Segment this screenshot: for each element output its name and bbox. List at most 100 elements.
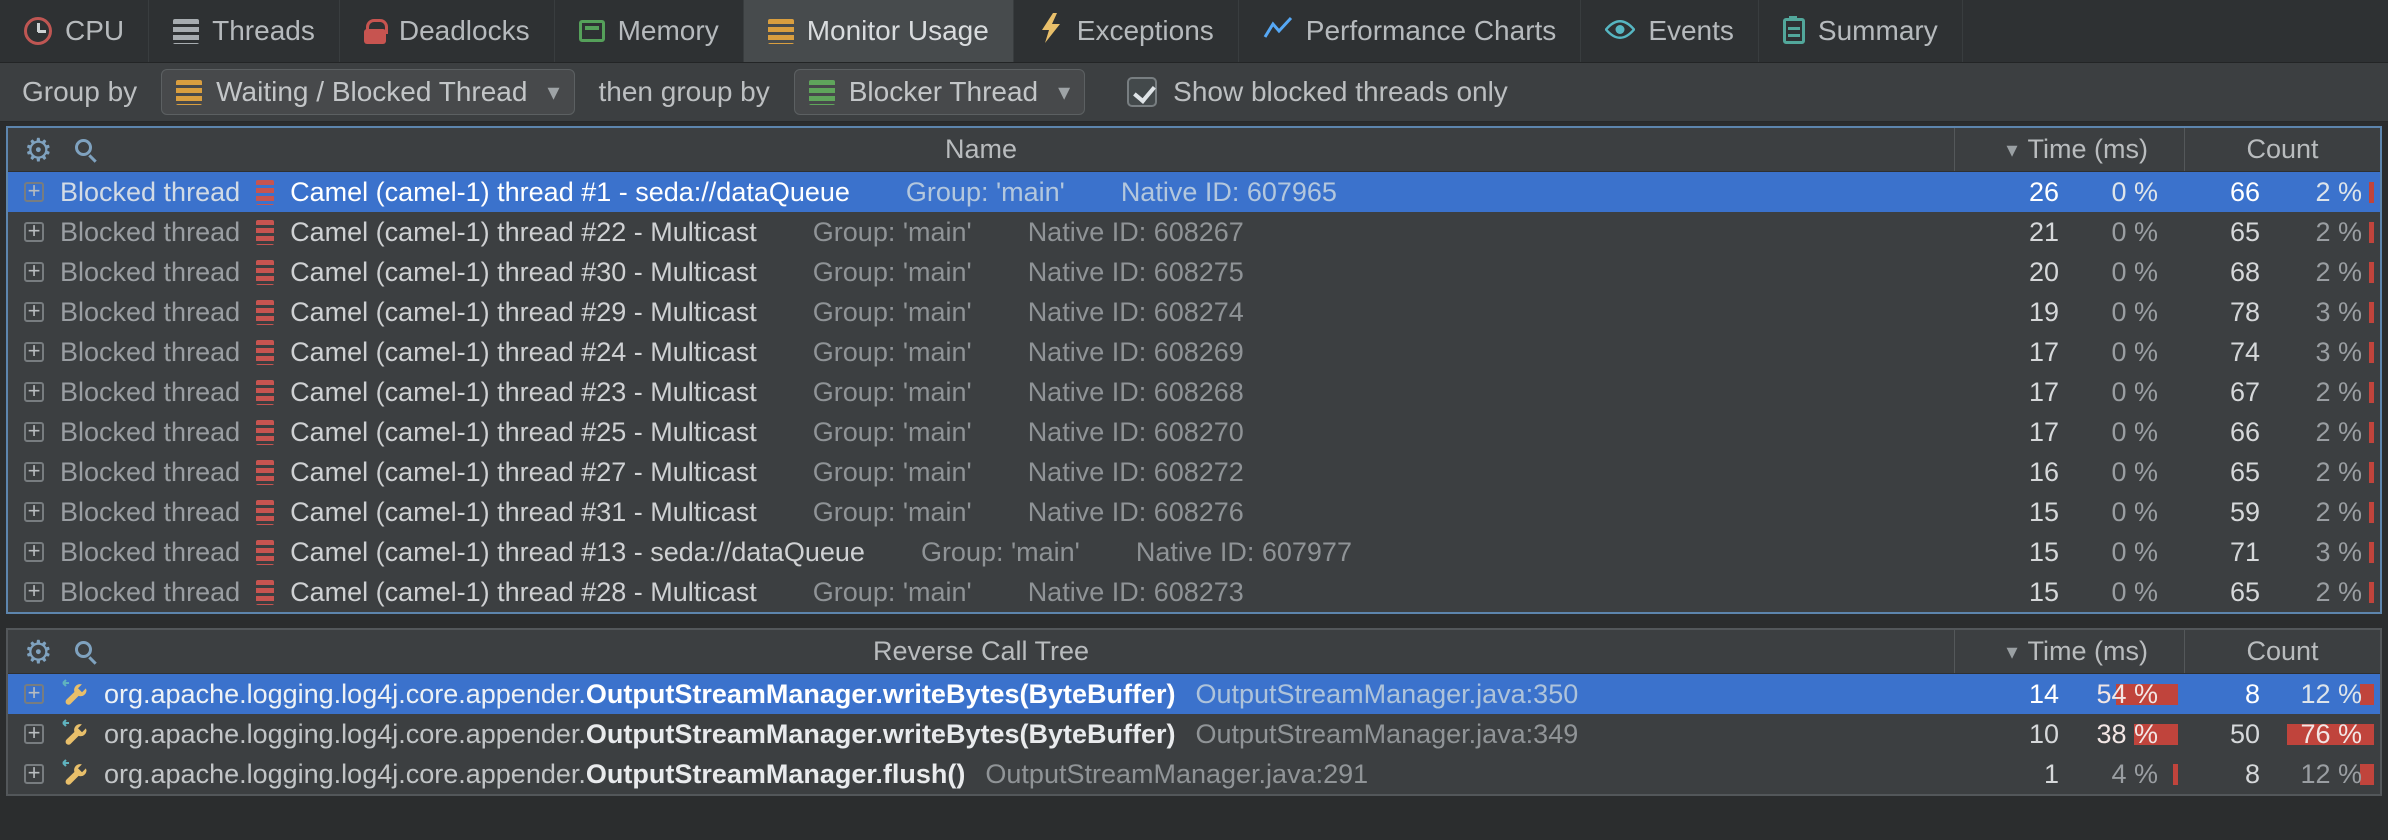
time-value: 1 <box>1954 759 2059 790</box>
summary-icon <box>1783 18 1805 44</box>
expand-icon[interactable] <box>24 764 44 784</box>
call-tree-row[interactable]: org.apache.logging.log4j.core.appender.O… <box>8 754 2380 794</box>
tab-threads[interactable]: Threads <box>149 0 340 62</box>
tab-summary[interactable]: Summary <box>1759 0 1963 62</box>
time-column-header[interactable]: ▾ Time (ms) <box>1954 128 2184 171</box>
count-percent: 3 % <box>2260 297 2380 328</box>
time-percent: 4 % <box>2059 759 2184 790</box>
call-tree-title-header[interactable]: ⚙ Reverse Call Tree <box>8 630 1954 673</box>
thread-row[interactable]: Blocked thread Camel (camel-1) thread #3… <box>8 492 2380 532</box>
search-icon[interactable] <box>75 641 92 658</box>
checkbox-icon[interactable] <box>1127 77 1157 107</box>
expand-icon[interactable] <box>24 262 44 282</box>
expand-icon[interactable] <box>24 222 44 242</box>
group-by-toolbar: Group by Waiting / Blocked Thread ▾ then… <box>0 63 2388 122</box>
percent-bar <box>2360 764 2374 785</box>
count-value: 65 <box>2184 217 2260 248</box>
expand-icon[interactable] <box>24 502 44 522</box>
thread-group: Group: 'main' <box>813 497 972 528</box>
time-percent: 0 % <box>2059 297 2184 328</box>
method-name: OutputStreamManager.writeBytes(ByteBuffe… <box>586 719 1176 750</box>
expand-icon[interactable] <box>24 542 44 562</box>
count-percent: 2 % <box>2260 417 2380 448</box>
thread-row[interactable]: Blocked thread Camel (camel-1) thread #2… <box>8 372 2380 412</box>
group-by-dropdown[interactable]: Waiting / Blocked Thread ▾ <box>161 69 574 115</box>
time-percent: 0 % <box>2059 457 2184 488</box>
show-blocked-threads-toggle[interactable]: Show blocked threads only <box>1127 76 1508 108</box>
time-value: 17 <box>1954 417 2059 448</box>
tab-performance-charts[interactable]: Performance Charts <box>1239 0 1582 62</box>
thread-row[interactable]: Blocked thread Camel (camel-1) thread #2… <box>8 212 2380 252</box>
thread-native-id: Native ID: 608268 <box>1028 377 1244 408</box>
expand-icon[interactable] <box>24 422 44 442</box>
expand-icon[interactable] <box>24 724 44 744</box>
percent-bar <box>2369 262 2374 283</box>
thread-row[interactable]: Blocked thread Camel (camel-1) thread #2… <box>8 412 2380 452</box>
time-percent: 0 % <box>2059 377 2184 408</box>
memory-icon <box>579 20 605 42</box>
tab-memory[interactable]: Memory <box>555 0 744 62</box>
time-percent: 0 % <box>2059 177 2184 208</box>
search-icon[interactable] <box>75 139 92 156</box>
expand-icon[interactable] <box>24 684 44 704</box>
thread-name: Camel (camel-1) thread #1 - seda://dataQ… <box>290 177 850 208</box>
count-value: 66 <box>2184 177 2260 208</box>
blocked-thread-icon <box>256 260 274 285</box>
threads-table-header: ⚙ Name ▾ Time (ms) Count <box>8 128 2380 172</box>
blocked-threads-panel: ⚙ Name ▾ Time (ms) Count Blocked thread … <box>6 126 2382 614</box>
tab-label: Events <box>1648 15 1734 47</box>
expand-icon[interactable] <box>24 382 44 402</box>
thread-name: Camel (camel-1) thread #13 - seda://data… <box>290 537 865 568</box>
thread-row[interactable]: Blocked thread Camel (camel-1) thread #2… <box>8 292 2380 332</box>
name-column-header[interactable]: ⚙ Name <box>8 128 1954 171</box>
performance-charts-icon <box>1263 15 1293 48</box>
expand-icon[interactable] <box>24 462 44 482</box>
thread-kind-label: Blocked thread <box>60 297 240 328</box>
thread-group: Group: 'main' <box>813 337 972 368</box>
thread-group: Group: 'main' <box>813 377 972 408</box>
gear-icon[interactable]: ⚙ <box>24 636 53 668</box>
thread-row[interactable]: Blocked thread Camel (camel-1) thread #1… <box>8 172 2380 212</box>
tab-deadlocks[interactable]: Deadlocks <box>340 0 555 62</box>
gear-icon[interactable]: ⚙ <box>24 134 53 166</box>
thread-native-id: Native ID: 607965 <box>1121 177 1337 208</box>
count-column-header[interactable]: Count <box>2184 128 2380 171</box>
call-tree-row[interactable]: org.apache.logging.log4j.core.appender.O… <box>8 714 2380 754</box>
method-name: OutputStreamManager.flush() <box>586 759 966 790</box>
method-name: OutputStreamManager.writeBytes(ByteBuffe… <box>586 679 1176 710</box>
count-value: 8 <box>2184 759 2260 790</box>
source-location: OutputStreamManager.java:349 <box>1196 719 1579 750</box>
blocked-thread-icon <box>256 420 274 445</box>
thread-row[interactable]: Blocked thread Camel (camel-1) thread #1… <box>8 532 2380 572</box>
time-value: 20 <box>1954 257 2059 288</box>
thread-native-id: Native ID: 608272 <box>1028 457 1244 488</box>
expand-icon[interactable] <box>24 302 44 322</box>
tab-events[interactable]: Events <box>1581 0 1759 62</box>
expand-icon[interactable] <box>24 182 44 202</box>
thread-row[interactable]: Blocked thread Camel (camel-1) thread #2… <box>8 332 2380 372</box>
tab-exceptions[interactable]: Exceptions <box>1014 0 1239 62</box>
thread-kind-label: Blocked thread <box>60 377 240 408</box>
group-by-value: Waiting / Blocked Thread <box>216 76 527 108</box>
percent-bar <box>2369 462 2374 483</box>
thread-row[interactable]: Blocked thread Camel (camel-1) thread #3… <box>8 252 2380 292</box>
time-percent: 0 % <box>2059 577 2184 608</box>
count-header-label: Count <box>2246 636 2318 667</box>
thread-row[interactable]: Blocked thread Camel (camel-1) thread #2… <box>8 452 2380 492</box>
tab-cpu[interactable]: CPU <box>0 0 149 62</box>
call-tree-row[interactable]: org.apache.logging.log4j.core.appender.O… <box>8 674 2380 714</box>
time-percent: 54 % <box>2059 679 2184 710</box>
thread-row[interactable]: Blocked thread Camel (camel-1) thread #2… <box>8 572 2380 612</box>
count-value: 59 <box>2184 497 2260 528</box>
expand-icon[interactable] <box>24 342 44 362</box>
count-column-header[interactable]: Count <box>2184 630 2380 673</box>
blocked-thread-icon <box>256 500 274 525</box>
expand-icon[interactable] <box>24 582 44 602</box>
time-column-header[interactable]: ▾ Time (ms) <box>1954 630 2184 673</box>
time-value: 10 <box>1954 719 2059 750</box>
then-group-by-dropdown[interactable]: Blocker Thread ▾ <box>794 69 1085 115</box>
time-header-label: Time (ms) <box>2028 134 2148 165</box>
tab-monitor-usage[interactable]: Monitor Usage <box>744 0 1014 62</box>
thread-kind-label: Blocked thread <box>60 577 240 608</box>
blocked-thread-icon <box>256 220 274 245</box>
